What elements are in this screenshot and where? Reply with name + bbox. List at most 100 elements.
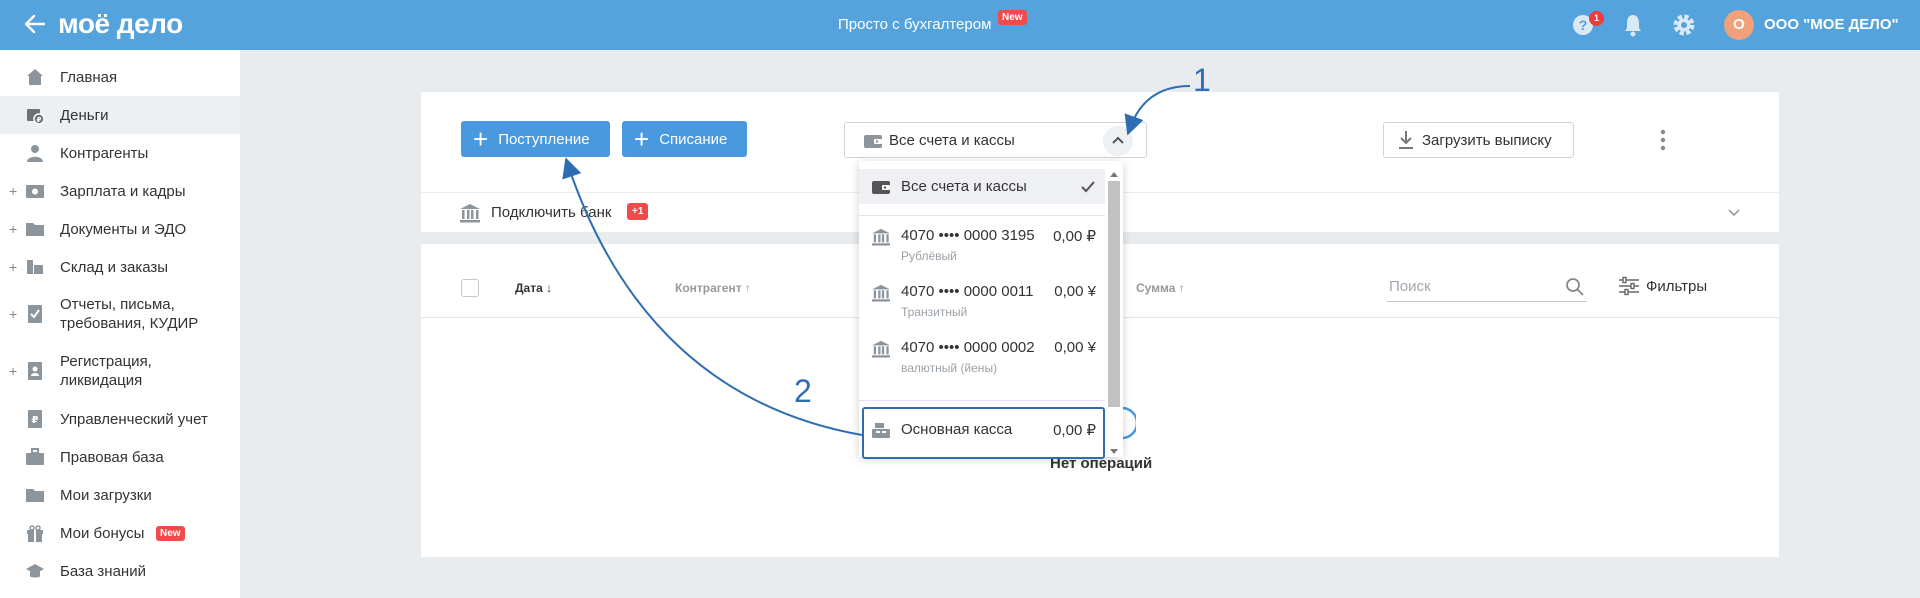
dropdown-item-account[interactable]: 4070 •••• 0000 0011 0,00 ¥ Транзитный xyxy=(859,281,1105,331)
select-all-checkbox[interactable] xyxy=(461,279,479,297)
sidebar-item-label: Мои бонусы xyxy=(60,524,145,542)
briefcase-icon xyxy=(26,448,44,465)
dropdown-item-account[interactable]: 4070 •••• 0000 0002 0,00 ¥ валютный (йен… xyxy=(859,337,1105,387)
accountant-link[interactable]: Просто с бухгалтером xyxy=(838,16,991,33)
sidebar-item[interactable]: + Документы и ЭДО xyxy=(0,210,240,248)
upload-statement-button[interactable]: Загрузить выписку xyxy=(1383,122,1574,158)
expand-plus-icon[interactable]: + xyxy=(9,363,17,379)
account-type: Транзитный xyxy=(901,305,968,319)
wallet-icon xyxy=(872,181,890,194)
sidebar-item-label: Документы и ЭДО xyxy=(60,220,187,238)
writeoff-button[interactable]: + Списание xyxy=(622,121,747,157)
filters-button[interactable]: Фильтры xyxy=(1618,276,1707,296)
account-number: 4070 •••• 0000 0011 xyxy=(901,283,1034,300)
dropdown-item-all[interactable]: Все счета и кассы xyxy=(859,169,1105,204)
back-arrow-icon[interactable] xyxy=(22,11,48,37)
expand-plus-icon[interactable]: + xyxy=(9,183,17,199)
bank-icon xyxy=(872,228,890,246)
account-select-value: Все счета и кассы xyxy=(889,132,1015,149)
scroll-down-arrow-icon[interactable] xyxy=(1110,449,1118,455)
graduation-cap-icon xyxy=(26,564,44,578)
avatar[interactable]: О xyxy=(1724,10,1754,40)
sidebar-item[interactable]: Мои бонусы New xyxy=(0,514,240,552)
bell-icon[interactable] xyxy=(1622,13,1644,37)
scrollbar-thumb[interactable] xyxy=(1108,181,1120,407)
contractors-icon xyxy=(27,145,43,162)
sidebar: Главная ₽ Деньги Контрагенты + Зарплата и кад… xyxy=(0,50,240,598)
dropdown-scrollbar[interactable] xyxy=(1108,171,1120,455)
dropdown-item-account[interactable]: 4070 •••• 0000 3195 0,00 ₽ Рублёвый xyxy=(859,225,1105,275)
sidebar-item-label: Регистрация, ликвидация xyxy=(60,353,152,389)
dropdown-divider xyxy=(859,215,1105,216)
sidebar-item[interactable]: Контрагенты xyxy=(0,134,240,172)
annotation-number-1: 1 xyxy=(1193,62,1211,98)
sidebar-item[interactable]: + Склад и заказы xyxy=(0,248,240,286)
account-number: 4070 •••• 0000 3195 xyxy=(901,227,1035,244)
new-badge: New xyxy=(998,10,1027,25)
home-icon xyxy=(27,69,43,85)
filters-icon xyxy=(1619,276,1639,296)
account-amount: 0,00 ¥ xyxy=(1054,283,1096,300)
warehouse-icon xyxy=(27,260,43,274)
connect-bank-label: Подключить банк xyxy=(491,204,612,221)
search-placeholder: Поиск xyxy=(1389,278,1431,295)
sidebar-item[interactable]: Главная xyxy=(0,58,240,96)
svg-text:₽: ₽ xyxy=(37,117,42,124)
annotation-number-2: 2 xyxy=(794,373,812,409)
more-menu-icon[interactable] xyxy=(1660,129,1666,151)
scroll-up-arrow-icon[interactable] xyxy=(1110,171,1118,177)
sidebar-item[interactable]: ₽ Деньги xyxy=(0,96,240,134)
gift-icon xyxy=(27,525,43,542)
account-type: Рублёвый xyxy=(901,249,957,263)
sidebar-item[interactable]: + Регистрация, ликвидация xyxy=(0,343,240,399)
cash-highlight-frame xyxy=(862,407,1105,459)
plus-icon: + xyxy=(473,124,489,154)
chevron-up-button[interactable] xyxy=(1103,126,1133,156)
sidebar-item-label: Правовая база xyxy=(60,448,164,466)
income-button[interactable]: + Поступление xyxy=(461,121,610,157)
sidebar-item-label: Отчеты, письма, требования, КУДИР xyxy=(60,296,199,332)
bank-icon xyxy=(460,204,480,223)
sidebar-item[interactable]: + Зарплата и кадры xyxy=(0,172,240,210)
account-type: валютный (йены) xyxy=(901,361,998,375)
checkmark-icon xyxy=(1081,181,1095,193)
upload-statement-label: Загрузить выписку xyxy=(1422,131,1552,149)
sidebar-item[interactable]: + Отчеты, письма, требования, КУДИР xyxy=(0,286,240,342)
search-icon[interactable] xyxy=(1565,277,1585,297)
svg-text:?: ? xyxy=(1579,17,1588,33)
column-date[interactable]: Дата ↓ xyxy=(515,281,552,295)
column-contractor[interactable]: Контрагент ↑ xyxy=(675,281,751,295)
account-amount: 0,00 ₽ xyxy=(1053,228,1096,245)
account-number: 4070 •••• 0000 0002 xyxy=(901,339,1035,356)
chevron-up-icon xyxy=(1112,136,1124,144)
sidebar-item-label: Главная xyxy=(60,68,118,86)
plus-icon: + xyxy=(634,124,650,154)
sidebar-item[interactable]: Правовая база xyxy=(0,438,240,476)
sidebar-item-label: Склад и заказы xyxy=(60,258,169,276)
sidebar-item[interactable]: ₽ Управленческий учет xyxy=(0,400,240,438)
chevron-down-icon[interactable] xyxy=(1727,205,1741,219)
help-count-badge: 1 xyxy=(1589,11,1604,26)
management-icon: ₽ xyxy=(28,410,42,428)
money-icon: ₽ xyxy=(27,109,45,125)
expand-plus-icon[interactable]: + xyxy=(9,259,17,275)
dropdown-item-all-label: Все счета и кассы xyxy=(901,178,1027,195)
expand-plus-icon[interactable]: + xyxy=(9,221,17,237)
sidebar-item-label: Мои загрузки xyxy=(60,486,152,504)
bank-icon xyxy=(872,340,890,358)
logo[interactable]: моё дело xyxy=(58,8,183,40)
sidebar-item[interactable]: Мои загрузки xyxy=(0,476,240,514)
dropdown-divider xyxy=(859,400,1105,401)
account-select[interactable]: Все счета и кассы xyxy=(844,122,1147,158)
writeoff-button-label: Списание xyxy=(659,130,728,148)
search-input[interactable]: Поиск xyxy=(1387,274,1587,302)
column-sum[interactable]: Сумма ↑ xyxy=(1136,281,1185,295)
sidebar-item[interactable]: База знаний xyxy=(0,552,240,590)
registration-icon xyxy=(28,362,42,380)
download-icon xyxy=(1399,131,1413,149)
gear-icon[interactable] xyxy=(1672,13,1696,37)
expand-plus-icon[interactable]: + xyxy=(9,306,17,322)
new-badge: New xyxy=(156,525,185,541)
organization-name[interactable]: ООО "МОЕ ДЕЛО" xyxy=(1764,16,1899,33)
wallet-icon xyxy=(864,135,882,148)
